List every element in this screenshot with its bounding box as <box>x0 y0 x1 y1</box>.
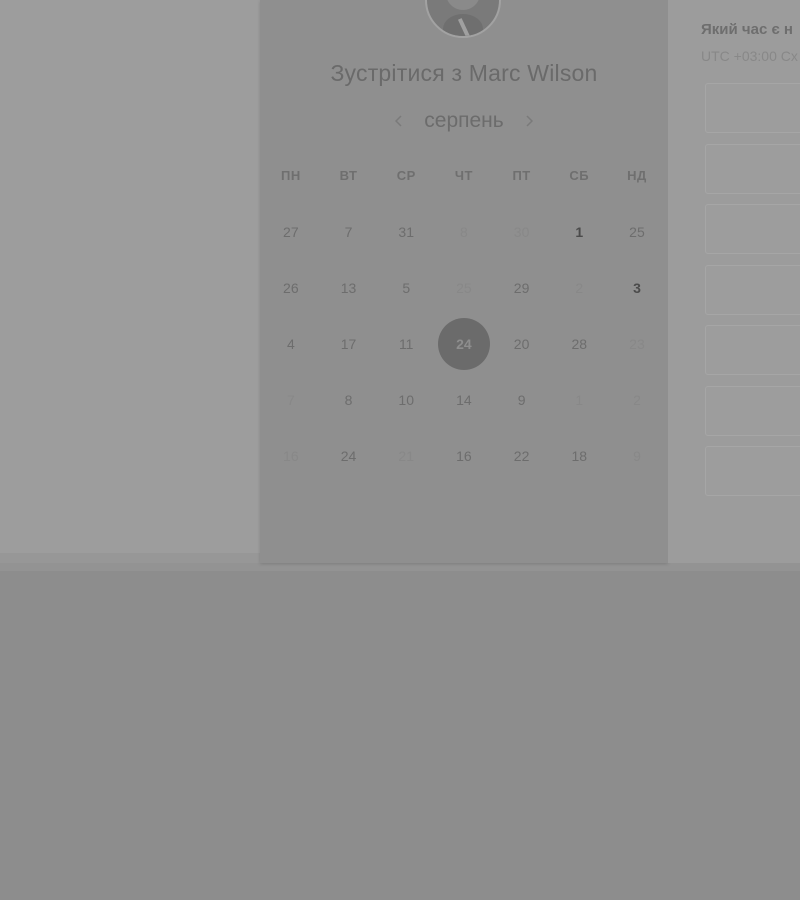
calendar-day: 2 <box>575 280 584 296</box>
time-slot-list <box>705 83 800 507</box>
calendar-day: 25 <box>456 280 472 296</box>
weekday-label: ПН <box>280 168 301 183</box>
calendar-day[interactable]: 1 <box>550 204 608 260</box>
calendar-day: 2 <box>633 392 641 408</box>
calendar-day[interactable]: 17 <box>320 316 378 372</box>
left-content-area <box>0 0 260 553</box>
time-slot-button[interactable] <box>705 446 800 496</box>
time-slot-button[interactable] <box>705 264 800 315</box>
host-avatar <box>425 0 501 38</box>
calendar-week: 26 13 5 25 29 2 3 <box>262 260 666 316</box>
calendar-day[interactable]: 25 <box>608 204 666 260</box>
time-slot-button[interactable] <box>705 385 800 436</box>
weekday-label: ВТ <box>339 168 358 183</box>
calendar-grid: 27 7 31 8 30 1 25 26 13 5 25 29 2 3 4 17… <box>262 204 666 484</box>
weekday-label: НД <box>627 168 647 183</box>
timezone-label[interactable]: UTC +03:00 Сх <box>701 48 798 64</box>
chevron-right-icon <box>526 115 533 127</box>
chevron-left-icon <box>395 115 402 127</box>
calendar-day[interactable]: 20 <box>493 316 551 372</box>
weekday-header: ПН ВТ СР ЧТ ПТ СБ НД <box>262 168 666 183</box>
calendar-day[interactable]: 26 <box>262 260 320 316</box>
calendar-day: 9 <box>633 448 641 464</box>
calendar-day[interactable]: 18 <box>550 428 608 484</box>
selected-day-label: 24 <box>456 336 472 352</box>
calendar-day: 16 <box>283 448 299 464</box>
calendar-day[interactable]: 13 <box>320 260 378 316</box>
calendar-day[interactable]: 10 <box>377 372 435 428</box>
calendar-day[interactable]: 31 <box>377 204 435 260</box>
calendar-day[interactable]: 8 <box>320 372 378 428</box>
calendar-week: 7 8 10 14 9 1 2 <box>262 372 666 428</box>
left-footer-strip <box>0 553 260 563</box>
calendar-day[interactable]: 4 <box>262 316 320 372</box>
weekday-label: СБ <box>569 168 590 183</box>
weekday-label: ЧТ <box>454 168 473 183</box>
weekday-label: ПТ <box>512 168 531 183</box>
time-slot-button[interactable] <box>705 325 800 375</box>
calendar-week: 27 7 31 8 30 1 25 <box>262 204 666 260</box>
calendar-day[interactable]: 24 <box>320 428 378 484</box>
calendar-day[interactable]: 28 <box>550 316 608 372</box>
time-slot-button[interactable] <box>705 83 800 133</box>
screen: Зустрітися з Marc Wilson серпень ПН ВТ С… <box>0 0 800 900</box>
time-slot-button[interactable] <box>705 204 800 254</box>
time-question-heading: Який час є н <box>701 21 793 38</box>
calendar-day: 1 <box>575 392 584 408</box>
calendar-day[interactable]: 7 <box>320 204 378 260</box>
time-slot-button[interactable] <box>705 143 800 194</box>
calendar-day[interactable]: 3 <box>608 260 666 316</box>
calendar-day: 7 <box>286 392 295 408</box>
calendar-day[interactable]: 5 <box>377 260 435 316</box>
month-label: серпень <box>424 109 504 132</box>
calendar-day[interactable]: 11 <box>377 316 435 372</box>
time-selection-panel: Який час є н UTC +03:00 Сх <box>668 0 800 563</box>
calendar-day[interactable]: 22 <box>493 428 551 484</box>
calendar-day[interactable]: 9 <box>493 372 551 428</box>
calendar-day[interactable]: 16 <box>435 428 493 484</box>
selected-calendar-day[interactable]: 24 <box>435 316 493 372</box>
calendar-day[interactable]: 27 <box>262 204 320 260</box>
calendar-day: 23 <box>629 336 645 352</box>
calendar-week: 16 24 21 16 22 18 9 <box>262 428 666 484</box>
calendar-day: 8 <box>460 224 468 240</box>
calendar-day: 21 <box>398 448 414 464</box>
page-divider <box>0 563 800 571</box>
calendar-day[interactable]: 29 <box>493 260 551 316</box>
calendar-day[interactable]: 14 <box>435 372 493 428</box>
calendar-week: 4 17 11 24 20 28 23 <box>262 316 666 372</box>
calendar-day: 30 <box>513 224 530 240</box>
calendar-panel: Зустрітися з Marc Wilson серпень ПН ВТ С… <box>260 0 668 563</box>
previous-month-button[interactable] <box>392 111 406 131</box>
month-navigation: серпень <box>260 106 668 136</box>
next-month-button[interactable] <box>522 111 536 131</box>
meeting-title: Зустрітися з Marc Wilson <box>330 60 598 86</box>
weekday-label: СР <box>396 168 416 183</box>
